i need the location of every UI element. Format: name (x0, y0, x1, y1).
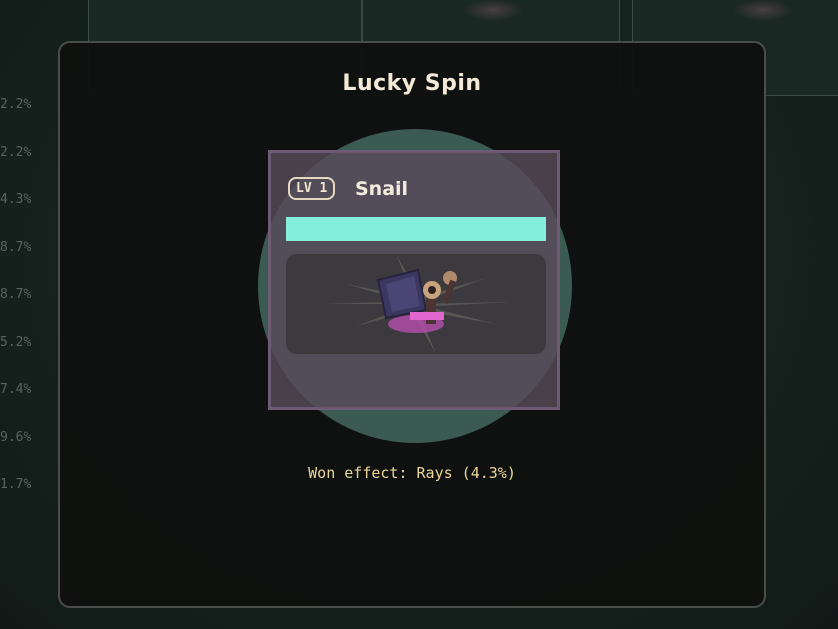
snail-sprite-icon (376, 268, 457, 333)
background-odds-value: 9.6% (0, 429, 32, 445)
item-preview (286, 254, 546, 354)
item-name: Snail (355, 178, 409, 200)
level-badge: LV 1 (288, 177, 336, 200)
background-odds-value: 2.2% (0, 97, 32, 112)
background-card-sprite (733, 0, 793, 21)
background-odds-value: 7.4% (0, 382, 32, 397)
background-odds-value: 8.7% (0, 287, 32, 302)
won-effect-text: Won effect: Rays (4.3%) (308, 464, 516, 482)
background-odds-value: 1.7% (0, 477, 32, 492)
background-card-sprite (463, 0, 523, 21)
item-health-bar (286, 217, 546, 241)
background-odds-value: 2.2% (0, 144, 32, 160)
modal-title: Lucky Spin (342, 71, 482, 96)
game-screen: 2.2% 2.2% 4.3% 8.7% 8.7% 5.2% 7.4% 9.6% … (0, 0, 838, 629)
background-odds-list: 2.2% 2.2% 4.3% 8.7% 8.7% 5.2% 7.4% 9.6% … (0, 92, 50, 520)
background-odds-value: 5.2% (0, 334, 32, 350)
won-item-card: LV 1 Snail (268, 150, 560, 410)
lucky-spin-modal: Lucky Spin LV 1 Snail Won effect: Rays (… (58, 41, 766, 608)
background-odds-value: 4.3% (0, 192, 32, 207)
background-odds-value: 8.7% (0, 239, 32, 255)
